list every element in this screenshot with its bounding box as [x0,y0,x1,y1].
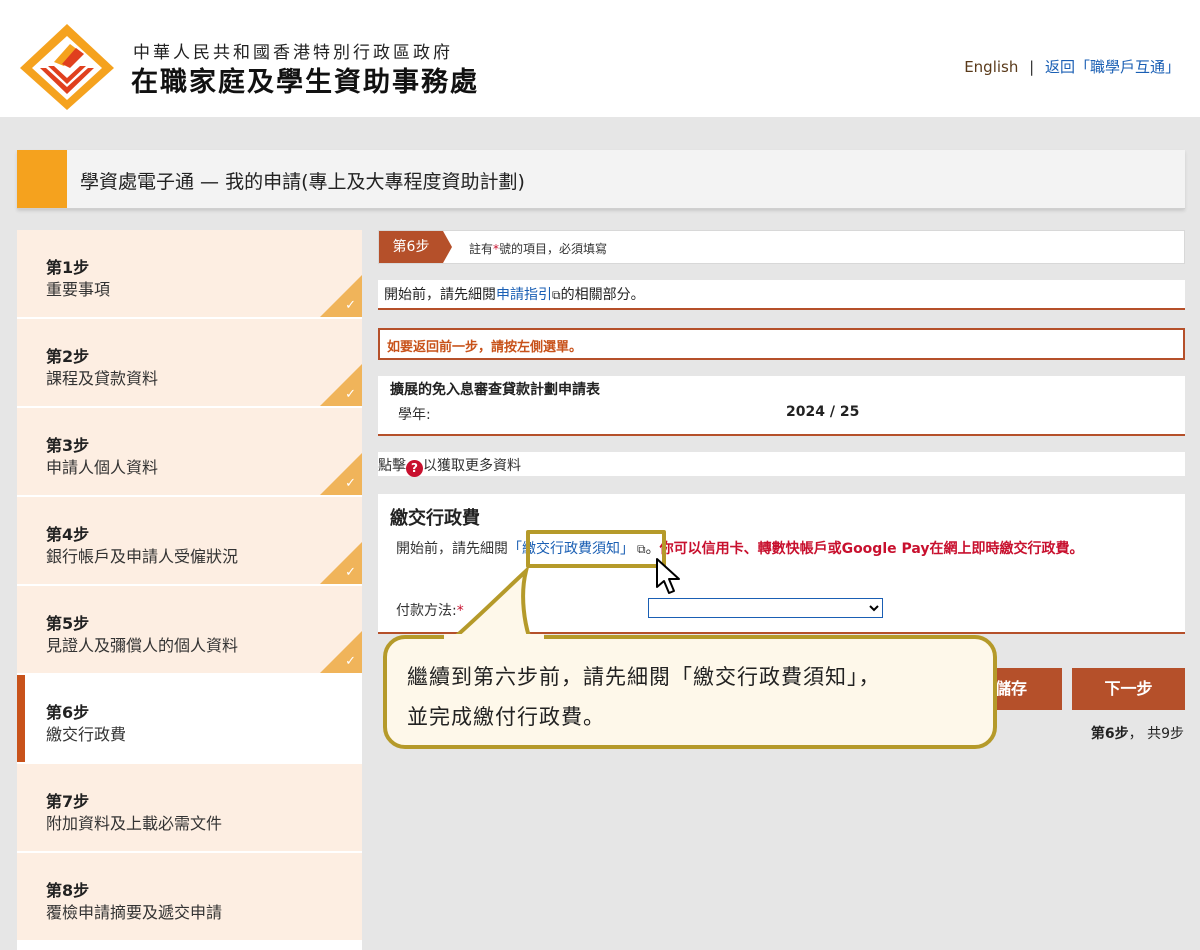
step-label: 繳交行政費 [46,725,127,744]
wfsfaa-logo-icon [20,24,114,110]
help-icon[interactable]: ? [406,460,423,477]
step-label: 銀行帳戶及申請人受僱狀況 [46,547,239,566]
step-number: 第3步 [46,436,90,455]
title-accent [17,150,67,208]
page-title: 學資處電子通 — 我的申請(專上及大專程度資助計劃) [80,171,525,193]
external-link-icon: ⧉ [552,288,561,302]
step-number: 第2步 [46,347,90,366]
page-indicator: 第6步， 共9步 [1091,723,1184,743]
form-info: 擴展的免入息審查貸款計劃申請表 學年: 2024 / 25 [378,376,1185,436]
callout-tail [442,565,535,645]
more-pre: 點擊 [378,458,406,474]
step-label: 見證人及彌償人的個人資料 [46,636,239,655]
tail-join [444,634,544,642]
more-post: 以獲取更多資料 [423,458,521,474]
page-total: ， 共9步 [1128,726,1184,742]
fee-payment-note: 你可以信用卡、轉數快帳戶或Google Pay在網上即時繳交行政費。 [659,541,1084,557]
step-label: 課程及貸款資料 [46,369,159,388]
sidebar-item-step5[interactable]: 第5步 見證人及彌償人的個人資料 ✓ [17,586,362,675]
checkmark-icon: ✓ [345,298,356,313]
current-step-tag: 第6步 [379,231,452,263]
more-info-text: 點擊? 以獲取更多資料 [378,455,521,477]
fee-heading: 繳交行政費 [390,508,480,529]
step-number: 第4步 [46,525,90,544]
guide-pre: 開始前，請先細閱 [384,287,496,303]
callout-line2: 並完成繳付行政費。 [407,705,605,729]
callout-bubble: 繼續到第六步前，請先細閱「繳交行政費須知」， 並完成繳付行政費。 [383,635,997,749]
fee-description: 開始前，請先細閱「繳交行政費須知」 ⧉。你可以信用卡、轉數快帳戶或Google P… [396,540,1166,558]
checkmark-icon: ✓ [345,387,356,402]
warning-text: 如要返回前一步，請按左側選單。 [387,340,583,355]
step-number: 第6步 [46,703,90,722]
top-links: English | 返回「職學戶互通」 [964,56,1180,77]
note-text: 號的項目，必須填寫 [499,242,608,256]
step-number: 第1步 [46,258,90,277]
sidebar-item-step3[interactable]: 第3步 申請人個人資料 ✓ [17,408,362,497]
page-title-bar: 學資處電子通 — 我的申請(專上及大專程度資助計劃) [17,150,1185,209]
checkmark-icon: ✓ [345,565,356,580]
page-current: 第6步 [1090,726,1129,742]
step-header: 第6步 註有*號的項目，必須填寫 [378,230,1185,264]
checkmark-icon: ✓ [345,654,356,669]
sidebar-item-step8[interactable]: 第8步 覆檢申請摘要及遞交申請 [17,853,362,942]
year-value: 2024 / 25 [786,404,860,420]
note-text: 註有 [469,242,494,256]
link-separator: | [1029,58,1035,76]
sidebar-item-step1[interactable]: 第1步 重要事項 ✓ [17,230,362,319]
year-label: 學年: [398,407,431,423]
fee-pre: 開始前，請先細閱 [396,541,508,557]
sidebar-item-step2[interactable]: 第2步 課程及貸款資料 ✓ [17,319,362,408]
step-sidebar: 第1步 重要事項 ✓ 第2步 課程及貸款資料 ✓ 第3步 申請人個人資料 ✓ 第… [17,230,362,950]
guide-notice: 開始前，請先細閱申請指引⧉的相關部分。 [378,280,1185,310]
guide-post: 的相關部分。 [560,287,645,303]
back-warning: 如要返回前一步，請按左側選單。 [378,328,1185,360]
sidebar-item-step4[interactable]: 第4步 銀行帳戶及申請人受僱狀況 ✓ [17,497,362,586]
pointer-cursor-icon [656,558,680,594]
checkmark-icon: ✓ [345,476,356,491]
back-to-portal-link[interactable]: 返回「職學戶互通」 [1045,58,1180,76]
english-link[interactable]: English [964,58,1018,76]
step-number: 第7步 [46,792,90,811]
step-label: 附加資料及上載必需文件 [46,814,223,833]
sidebar-item-step7[interactable]: 第7步 附加資料及上載必需文件 [17,764,362,853]
step-label: 重要事項 [46,280,111,299]
org-line2: 在職家庭及學生資助事務處 [131,67,479,98]
required-note: 註有*號的項目，必須填寫 [469,240,607,257]
payment-method-select[interactable] [648,598,883,618]
guide-text: 開始前，請先細閱申請指引⧉的相關部分。 [384,284,645,304]
step-label: 申請人個人資料 [46,458,159,477]
site-header: 中華人民共和國香港特別行政區政府 在職家庭及學生資助事務處 English | … [0,0,1200,117]
next-step-button[interactable]: 下一步 [1072,668,1185,710]
step-number: 第5步 [46,614,90,633]
callout-line1: 繼續到第六步前，請先細閱「繳交行政費須知」， [407,665,881,689]
more-info: 點擊? 以獲取更多資料 [378,452,1185,477]
form-title: 擴展的免入息審查貸款計劃申請表 [390,382,600,398]
step-number: 第8步 [46,881,90,900]
step-label: 覆檢申請摘要及遞交申請 [46,903,223,922]
sidebar-item-step6[interactable]: 第6步 繳交行政費 [17,675,362,764]
application-guide-link[interactable]: 申請指引 [496,287,552,303]
link-highlight [526,530,666,568]
